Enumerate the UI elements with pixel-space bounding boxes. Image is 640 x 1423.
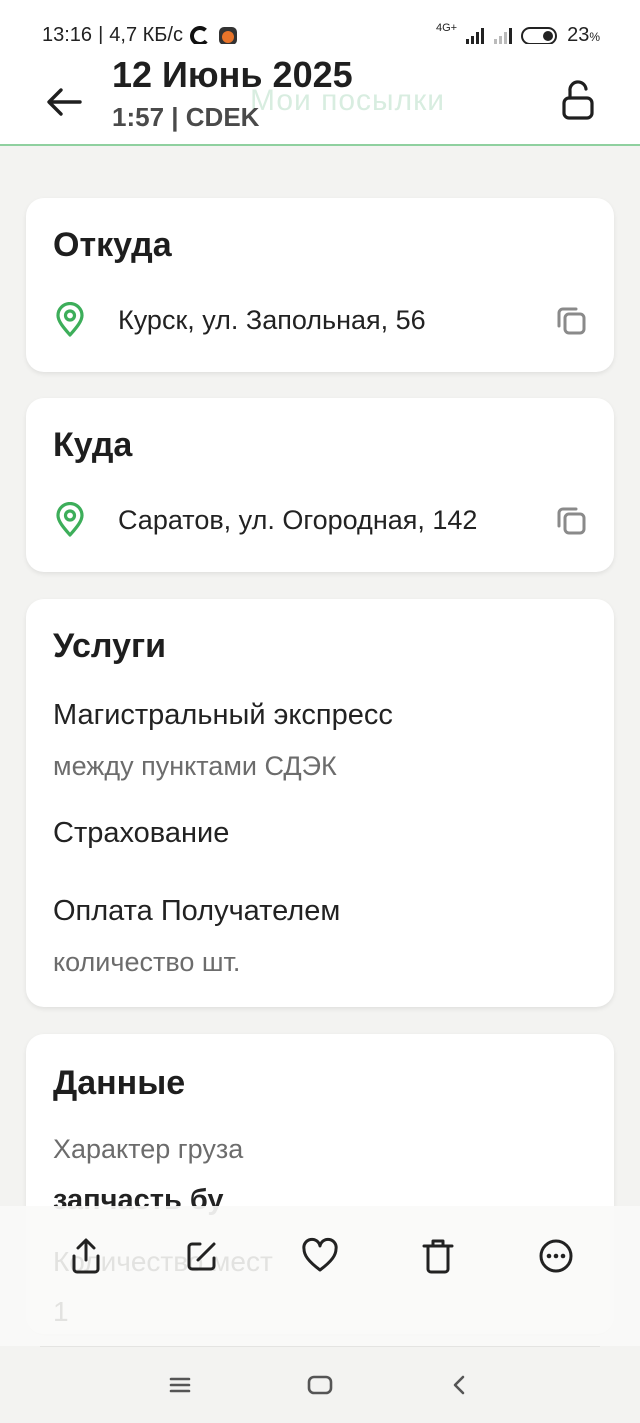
to-card: Куда Саратов, ул. Огородная, 142	[26, 398, 614, 572]
service-detail: количество шт.	[53, 947, 241, 977]
app-bar: Мои посылки 12 Июнь 2025 1:57 | CDEK	[0, 44, 640, 146]
service-name: Магистральный экспресс	[53, 699, 393, 731]
service-name: Страхование	[53, 817, 230, 849]
page-subtitle: 1:57 | CDEK	[112, 102, 260, 132]
share-icon[interactable]	[66, 1236, 106, 1276]
from-card: Откуда Курск, ул. Запольная, 56	[26, 198, 614, 372]
to-title: Куда	[53, 426, 133, 464]
copy-icon[interactable]	[554, 303, 588, 337]
cargo-label: Характер груза	[53, 1134, 244, 1164]
location-pin-icon	[56, 502, 84, 537]
places-value: 1	[53, 1296, 69, 1327]
back-arrow-icon[interactable]	[42, 80, 86, 124]
copy-icon[interactable]	[554, 503, 588, 537]
service-name: Оплата Получателем	[53, 895, 341, 927]
home-icon[interactable]	[306, 1371, 334, 1399]
page-title: 12 Июнь 2025	[112, 54, 353, 95]
from-title: Откуда	[53, 226, 172, 264]
to-address: Саратов, ул. Огородная, 142	[118, 504, 478, 535]
battery-icon	[521, 26, 558, 45]
services-title: Услуги	[53, 627, 167, 665]
to-address-row: Саратов, ул. Огородная, 142	[52, 498, 588, 542]
trash-icon[interactable]	[418, 1236, 458, 1276]
unlock-icon[interactable]	[556, 78, 600, 122]
signal-icon-2	[494, 27, 513, 45]
edit-icon[interactable]	[182, 1236, 222, 1276]
system-nav-bar	[0, 1347, 640, 1423]
heart-icon[interactable]	[300, 1236, 340, 1276]
signal-icon	[466, 27, 485, 45]
services-card: Услуги Магистральный экспресс между пунк…	[26, 599, 614, 1007]
more-icon[interactable]	[536, 1236, 576, 1276]
location-pin-icon	[56, 302, 84, 337]
data-title: Данные	[53, 1064, 186, 1102]
menu-icon[interactable]	[166, 1371, 194, 1399]
action-bar: Количество мест 1	[0, 1206, 640, 1347]
back-icon[interactable]	[446, 1371, 474, 1399]
service-detail: между пунктами СДЭК	[53, 751, 337, 781]
network-label: 4G+	[435, 21, 458, 34]
from-address-row: Курск, ул. Запольная, 56	[52, 298, 588, 342]
from-address: Курск, ул. Запольная, 56	[118, 304, 426, 335]
